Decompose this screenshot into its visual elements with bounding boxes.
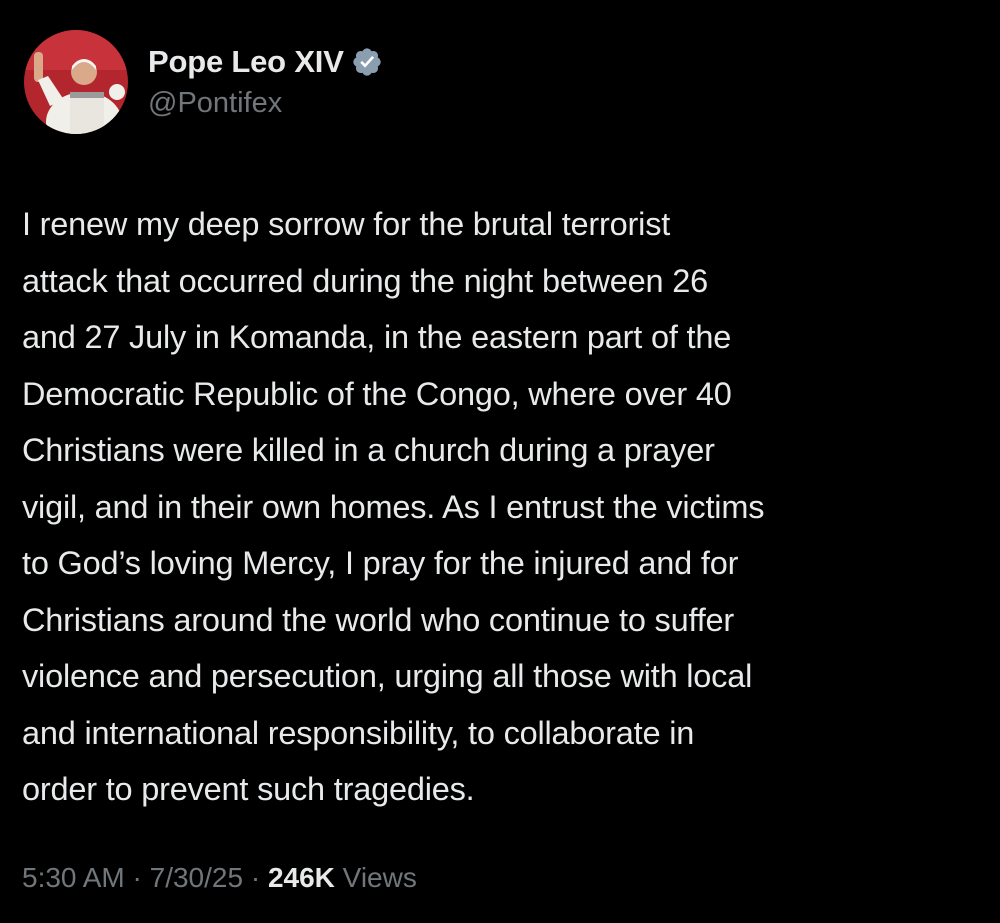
verified-badge-icon	[351, 46, 383, 78]
avatar[interactable]	[24, 30, 128, 134]
tweet: Pope Leo XIV @Pontifex I renew my deep s…	[0, 0, 1000, 923]
tweet-text-line: order to prevent such tragedies.	[22, 771, 475, 807]
tweet-text-line: Democratic Republic of the Congo, where …	[22, 375, 732, 412]
views-label: Views	[334, 862, 417, 893]
meta-separator: ·	[243, 862, 268, 893]
avatar-image	[24, 30, 128, 134]
tweet-text-line: and 27 July in Komanda, in the eastern p…	[22, 319, 732, 355]
views-count[interactable]: 246K	[268, 862, 335, 893]
tweet-text-line: attack that occurred during the night be…	[22, 262, 708, 299]
author-display-name[interactable]: Pope Leo XIV	[148, 44, 344, 80]
tweet-time[interactable]: 5:30 AM	[22, 862, 125, 893]
tweet-date[interactable]: 7/30/25	[150, 862, 243, 893]
author-handle[interactable]: @Pontifex	[148, 87, 282, 120]
tweet-text: I renew my deep sorrow for the brutal te…	[22, 196, 992, 818]
author-name-row: Pope Leo XIV	[148, 42, 383, 82]
tweet-text-line: Christians around the world who continue…	[22, 601, 735, 638]
tweet-text-line: violence and persecution, urging all tho…	[22, 658, 753, 694]
tweet-meta: 5:30 AM · 7/30/25 · 246K Views	[22, 862, 417, 894]
tweet-text-line: and international responsibility, to col…	[22, 714, 695, 751]
tweet-text-line: vigil, and in their own homes. As I entr…	[22, 488, 765, 525]
meta-separator: ·	[124, 862, 150, 893]
tweet-text-line: to God’s loving Mercy, I pray for the in…	[22, 545, 739, 581]
tweet-text-line: Christians were killed in a church durin…	[22, 432, 715, 468]
tweet-text-line: I renew my deep sorrow for the brutal te…	[22, 206, 671, 242]
